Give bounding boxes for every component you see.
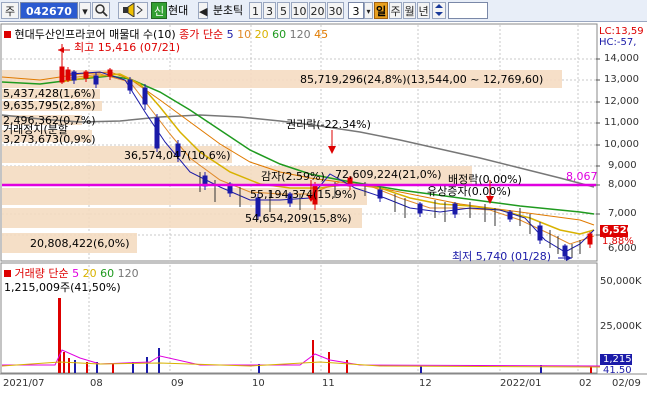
speaker-icon[interactable] [118, 2, 148, 19]
volume-legend-ma120: 120 [117, 267, 139, 280]
price-legend-ma-label: 종가 단순 [179, 28, 224, 41]
x-tick-12: 12 [419, 378, 432, 389]
legend-ma20: 20 [254, 28, 269, 41]
updown-arrow-icon[interactable] [432, 2, 446, 19]
legend-ma5: 5 [226, 28, 234, 41]
period-count-input[interactable]: 3 [348, 2, 364, 19]
x-tick-11: 11 [322, 378, 335, 389]
volume-band-label-6: 36,574,047(10,6%) [124, 149, 231, 162]
price-tick-10000: 10,000 [604, 139, 639, 150]
price-tick-13000: 13,000 [604, 74, 639, 85]
period-month-button[interactable]: 월 [403, 2, 416, 19]
volume-max-label: 1,215,009주(41,50%) [4, 281, 121, 294]
price-tick-8000: 8,000 [608, 179, 637, 190]
mode-dropdown[interactable]: 주 [1, 2, 19, 19]
x-tick-02: 02 [579, 378, 592, 389]
period-week-button[interactable]: 주 [389, 2, 402, 19]
low-annotation: 최저 5,740 (01/28) [452, 250, 552, 263]
toolbar: 주 042670 ▾ 신 현대 ◀ 분초틱 1 3 5 10 20 30 3 ▾… [0, 0, 647, 22]
volume-band-label-8: 55,194,374(15,9%) [250, 188, 357, 201]
x-tick-09: 09 [171, 378, 184, 389]
price-tick-9000: 9,000 [608, 160, 637, 171]
price-tick-14000: 14,000 [604, 53, 639, 64]
current-price-label: 6,520 [602, 225, 634, 236]
tick-prev-button[interactable]: ◀ [198, 2, 208, 19]
volume-tick-50000k: 50,000K [600, 276, 642, 287]
reduction-annotation: 감자(2.59%) [261, 170, 325, 183]
period-day-button[interactable]: 일 [374, 2, 388, 19]
price-tick-11000: 11,000 [604, 117, 639, 128]
x-tick-08: 08 [90, 378, 103, 389]
legend-ma120: 120 [289, 28, 311, 41]
code-dropdown-button[interactable]: ▾ [79, 2, 91, 19]
stock-name: 현대 [168, 4, 189, 17]
change-pct-label: 1.88% [602, 236, 634, 247]
x-tick-10: 10 [252, 378, 265, 389]
legend-swatch [4, 31, 11, 38]
legend-ma45: 45 [314, 28, 329, 41]
tick-label: 분초틱 [212, 4, 244, 17]
current-volume-pct: 41.50 [603, 365, 632, 376]
new-badge[interactable]: 신 [151, 2, 167, 19]
period-dropdown-button[interactable]: ▾ [364, 2, 373, 19]
tick-1-button[interactable]: 1 [249, 2, 262, 19]
tick-5-button[interactable]: 5 [277, 2, 290, 19]
tick-10-button[interactable]: 10 [291, 2, 308, 19]
volume-band-label-9: 54,654,209(15,8%) [245, 212, 352, 225]
legend-ma10: 10 [237, 28, 252, 41]
tick-3-button[interactable]: 3 [263, 2, 276, 19]
x-tick-2021-07: 2021/07 [3, 378, 45, 389]
chart-area: 현대두산인프라코어 매물대 수(10) 종가 단순 5 10 20 60 120… [0, 22, 647, 400]
volume-legend-swatch [4, 270, 11, 277]
legend-ma60: 60 [272, 28, 287, 41]
lc-label: LC:13,59 [599, 26, 644, 37]
blank-input[interactable] [448, 2, 488, 19]
rights-annotation: 권리락(-22.34%) [286, 118, 371, 131]
x-tick-02-09: 02/09 [612, 378, 641, 389]
hline-value-label: 8,067 [566, 170, 598, 183]
price-tick-7000: 7,000 [608, 208, 637, 219]
search-icon[interactable] [92, 2, 110, 19]
volume-band-label-3: 9,635,795(2,8%) [3, 99, 96, 112]
stock-code-input[interactable]: 042670 [20, 2, 78, 19]
volume-band-label-5: 3,273,673(0,9%) [3, 133, 96, 146]
free-issue-annotation: 유상증자(0.00%) [427, 185, 512, 198]
tick-20-button[interactable]: 20 [309, 2, 326, 19]
volume-tick-25000k: 25,000K [600, 321, 642, 332]
period-year-button[interactable]: 년 [417, 2, 430, 19]
x-tick-2022-01: 2022/01 [500, 378, 542, 389]
price-tick-12000: 12,000 [604, 96, 639, 107]
volume-band-label-4: 2,496,362(0,7%) [3, 114, 96, 127]
volume-band-label-7: 72,609,224(21,0%) [335, 168, 442, 181]
hc-label: HC:-57, [599, 37, 637, 48]
high-annotation: 최고 15,416 (07/21) [74, 41, 181, 54]
tick-30-button[interactable]: 30 [327, 2, 344, 19]
current-volume-label: 1,215K [603, 354, 639, 365]
volume-band-label-1: 85,719,296(24,8%)(13,544,00 ~ 12,769,60) [300, 73, 544, 86]
volume-band-label-10: 20,808,422(6,0%) [30, 237, 130, 250]
